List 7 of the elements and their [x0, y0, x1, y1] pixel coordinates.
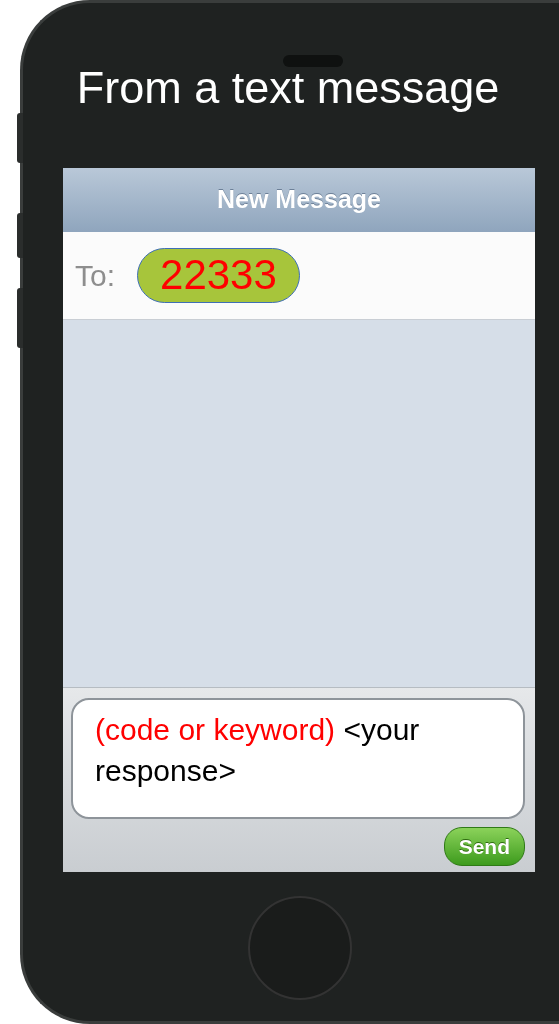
message-input-field[interactable]: (code or keyword) <your response> [71, 698, 525, 819]
to-label: To: [75, 258, 116, 294]
recipient-chip[interactable]: 22333 [137, 248, 300, 303]
send-button[interactable]: Send [443, 826, 525, 866]
caption-text: From a text message [76, 62, 500, 113]
message-text: (code or keyword) <your response> [95, 713, 420, 787]
screen-title: New Message [217, 184, 381, 216]
